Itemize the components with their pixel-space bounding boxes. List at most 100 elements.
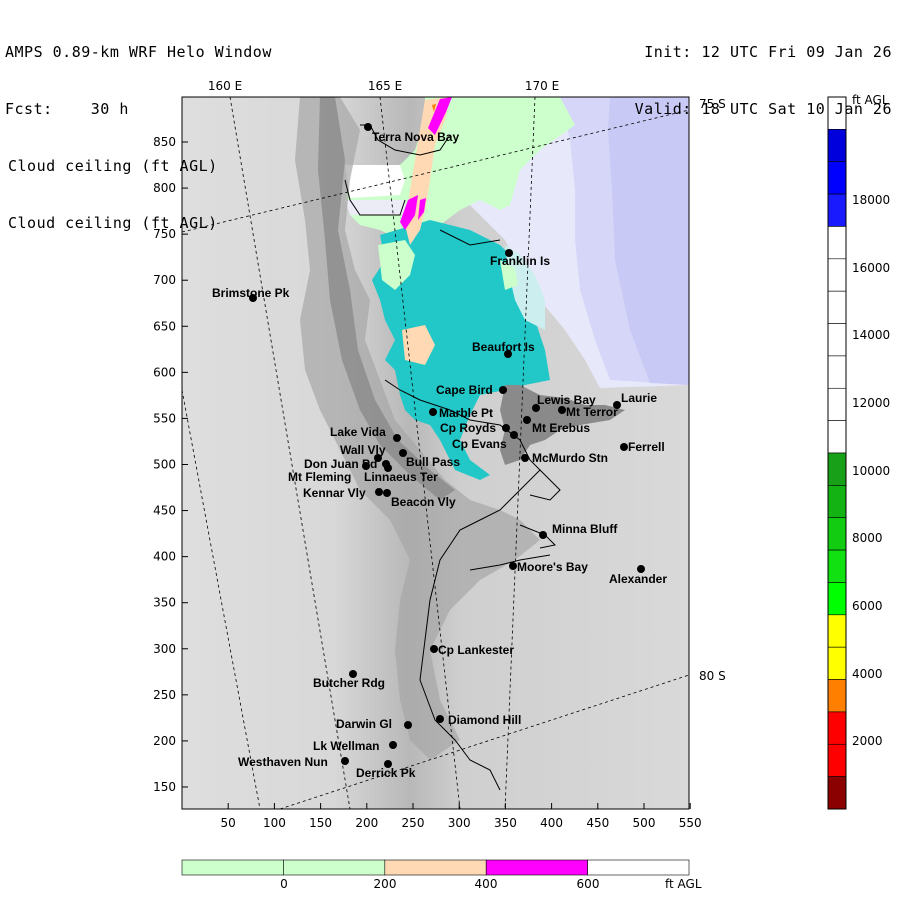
colorbar-vertical: 18000 16000 14000 12000 10000 8000 6000 4000 200… [827, 96, 890, 810]
x-tick-label: 100 [263, 816, 286, 830]
colorbar-horizontal: 0 200 400 600 [181, 859, 690, 891]
station-marker [393, 434, 401, 442]
station-label: Diamond Hill [448, 713, 521, 727]
header-right: Init: 12 UTC Fri 09 Jan 26 Valid: 18 UTC… [635, 5, 892, 138]
station-label: Franklin Is [490, 254, 550, 268]
station-label: Cape Bird [436, 383, 493, 397]
station-label: Westhaven Nun [238, 755, 328, 769]
field-name-1: Cloud ceiling (ft AGL) [8, 157, 218, 175]
station-label: Terra Nova Bay [372, 130, 459, 144]
colorbar-swatch [827, 776, 847, 810]
station-label: Mt Fleming [288, 470, 351, 484]
colorbar-label: 400 [475, 877, 498, 891]
map-title: AMPS 0.89-km WRF Helo Window [5, 43, 272, 61]
station-label: Butcher Rdg [313, 676, 385, 690]
x-tick-label: 300 [448, 816, 471, 830]
y-tick-label: 300 [153, 642, 176, 656]
station-marker [375, 488, 383, 496]
y-tick-label: 150 [153, 780, 176, 794]
station-marker [436, 715, 444, 723]
colorbar-swatch [827, 387, 847, 421]
colorbar-label: 0 [280, 877, 288, 891]
station-marker [521, 454, 529, 462]
colorbar-swatch [827, 420, 847, 454]
station-marker [510, 431, 518, 439]
colorbar-label: 18000 [852, 193, 890, 207]
lon-label-165: 165 E [368, 79, 402, 93]
y-tick-label: 350 [153, 596, 176, 610]
colorbar-swatch [827, 323, 847, 357]
station-marker [620, 443, 628, 451]
colorbar-swatch [827, 646, 847, 680]
station-label: Linnaeus Ter [364, 470, 438, 484]
colorbar-label: 600 [577, 877, 600, 891]
station-label: Brimstone Pk [212, 286, 290, 300]
colorbar-swatch [827, 679, 847, 713]
y-tick-label: 450 [153, 504, 176, 518]
y-tick-label: 550 [153, 411, 176, 425]
colorbar-swatch [827, 355, 847, 389]
y-tick-label: 200 [153, 734, 176, 748]
station-marker [341, 757, 349, 765]
colorbar-swatch [827, 743, 847, 777]
colorbar-swatch [827, 614, 847, 648]
y-tick-label: 700 [153, 273, 176, 287]
colorbar-swatch [827, 549, 847, 583]
station-label: Ferrell [628, 440, 665, 454]
station-label: Beaufort Is [472, 340, 535, 354]
station-label: Alexander [609, 572, 667, 586]
y-tick-label: 600 [153, 365, 176, 379]
y-tick-label: 400 [153, 550, 176, 564]
station-label: Don Juan Pd [304, 457, 377, 471]
y-tick-label: 500 [153, 457, 176, 471]
station-marker [523, 416, 531, 424]
station-label: Laurie [621, 391, 657, 405]
station-label: Cp Evans [452, 437, 507, 451]
station-label: Moore's Bay [517, 560, 588, 574]
station-marker [364, 123, 372, 131]
station-marker [429, 408, 437, 416]
colorbar-swatch [827, 193, 847, 227]
x-tick-label: 50 [221, 816, 236, 830]
colorbar-swatch [827, 582, 847, 616]
colorbar-swatch [827, 226, 847, 260]
lat-label-80: 80 S [699, 669, 726, 683]
colorbar-swatch [181, 859, 284, 876]
station-marker [539, 531, 547, 539]
station-label: Lake Vida [330, 425, 386, 439]
colorbar-label: 16000 [852, 261, 890, 275]
field-name-2: Cloud ceiling (ft AGL) [8, 214, 218, 232]
station-label: Lk Wellman [313, 739, 379, 753]
station-marker [502, 424, 510, 432]
station-label: Darwin Gl [336, 717, 392, 731]
colorbar-swatch [827, 517, 847, 551]
station-label: Beacon Vly [391, 495, 456, 509]
header-left: AMPS 0.89-km WRF Helo Window Fcst: 30 h … [5, 5, 272, 252]
colorbar-label: 8000 [852, 531, 883, 545]
colorbar-label: 14000 [852, 328, 890, 342]
colorbar-label: 200 [374, 877, 397, 891]
station-label: Mt Terror [566, 405, 618, 419]
station-label: Marble Pt [439, 406, 493, 420]
lon-label-170: 170 E [525, 79, 559, 93]
colorbar-swatch [485, 859, 588, 876]
x-tick-label: 550 [679, 816, 702, 830]
station-label: Wall Vly [340, 443, 386, 457]
x-tick-label: 400 [540, 816, 563, 830]
station-marker [430, 645, 438, 653]
colorbar-unit-horizontal: ft AGL [665, 877, 702, 891]
colorbar-label: 10000 [852, 464, 890, 478]
valid-time: Valid: 18 UTC Sat 10 Jan 26 [634, 100, 892, 118]
colorbar-swatch [283, 859, 386, 876]
station-marker [404, 721, 412, 729]
station-marker [499, 386, 507, 394]
station-marker [389, 741, 397, 749]
station-label: McMurdo Stn [532, 451, 608, 465]
station-label: Cp Lankester [438, 643, 514, 657]
x-tick-label: 350 [494, 816, 517, 830]
init-time: Init: 12 UTC Fri 09 Jan 26 [644, 43, 892, 61]
station-marker [558, 406, 566, 414]
station-label: Bull Pass [406, 455, 460, 469]
station-label: Kennar Vly [303, 486, 366, 500]
colorbar-label: 6000 [852, 599, 883, 613]
